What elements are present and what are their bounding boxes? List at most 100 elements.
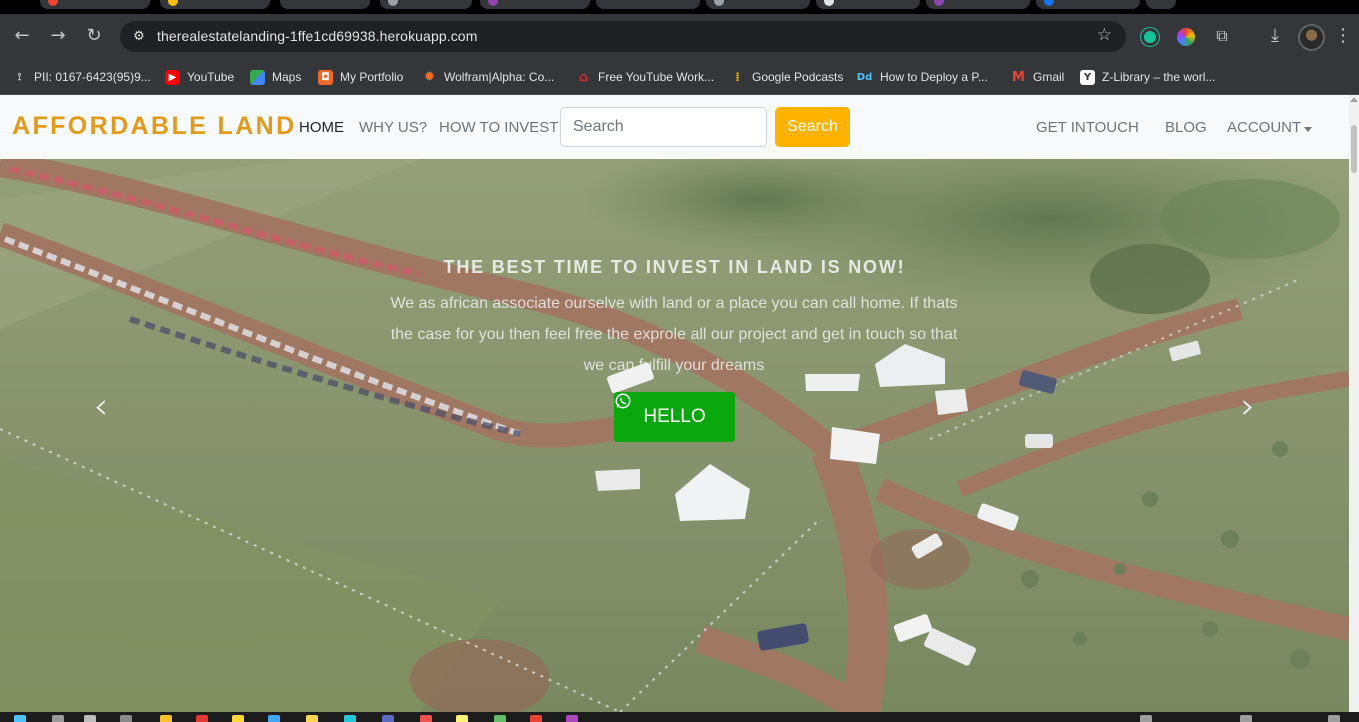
bookmark-label: YouTube <box>187 70 235 84</box>
color-extension-icon[interactable] <box>1177 28 1195 46</box>
tray-icon[interactable] <box>1140 715 1152 722</box>
search-button[interactable]: Search <box>775 107 850 147</box>
bookmark-item[interactable]: ⌂ Free YouTube Work... <box>576 67 714 87</box>
hero-description: We as african associate ourselve with la… <box>390 295 958 374</box>
taskbar-app-icon[interactable] <box>344 715 356 722</box>
taskbar-app-icon[interactable] <box>84 715 96 722</box>
windows-start-icon[interactable] <box>14 715 26 722</box>
taskbar-app-icon[interactable] <box>382 715 394 722</box>
grammarly-extension-icon[interactable] <box>1141 28 1159 46</box>
tab-favicon-icon <box>388 0 398 6</box>
taskbar-app-icon[interactable] <box>494 715 506 722</box>
browser-tab[interactable] <box>1036 0 1140 9</box>
taskbar-app-icon[interactable] <box>52 715 64 722</box>
deploy-icon: Dd <box>856 71 873 83</box>
taskbar-app-icon[interactable] <box>420 715 432 722</box>
taskbar-app-icon[interactable] <box>120 715 132 722</box>
maps-icon <box>250 69 265 85</box>
bookmark-label: Maps <box>272 70 302 84</box>
taskbar-app-icon[interactable] <box>160 715 172 722</box>
address-bar[interactable]: ⚙ therealestatelanding-1ffe1cd69938.hero… <box>120 21 1126 52</box>
tab-favicon-icon <box>48 0 58 6</box>
bookmark-label: How to Deploy a P... <box>880 70 988 84</box>
page-scrollbar[interactable] <box>1349 95 1359 712</box>
browser-tab-active[interactable] <box>596 0 700 9</box>
tray-icon[interactable] <box>1240 715 1252 722</box>
podcasts-icon: ⁞ <box>735 69 740 84</box>
tab-favicon-icon <box>714 0 724 6</box>
browser-tab[interactable] <box>706 0 810 9</box>
browser-tab[interactable] <box>1146 0 1176 9</box>
search-input[interactable] <box>560 107 767 147</box>
brand-logo[interactable]: AFFORDABLE LAND <box>12 112 297 141</box>
os-taskbar <box>0 712 1359 722</box>
bookmark-label: Google Podcasts <box>752 70 844 84</box>
link-icon: ⟟ <box>17 71 22 83</box>
whatsapp-icon <box>615 393 631 409</box>
site-info-icon[interactable]: ⚙ <box>128 26 150 48</box>
browser-tab[interactable] <box>40 0 150 9</box>
wolfram-icon: ✹ <box>423 68 436 85</box>
tab-strip <box>0 0 1359 14</box>
bookmark-item[interactable]: ⁞ Google Podcasts <box>730 67 843 87</box>
scroll-up-arrow-icon[interactable] <box>1350 97 1358 102</box>
profile-avatar[interactable] <box>1298 24 1325 51</box>
bookmarks-bar: ⟟ PII: 0167-6423(95)9... ▶ YouTube Maps ◘ M… <box>0 59 1359 95</box>
bookmark-item[interactable]: Dd How to Deploy a P... <box>856 67 988 87</box>
tab-favicon-icon <box>1044 0 1054 6</box>
youtube-icon: ▶ <box>165 69 180 85</box>
browser-tab[interactable] <box>926 0 1030 9</box>
portfolio-icon: ◘ <box>318 69 333 85</box>
hero-carousel: THE BEST TIME TO INVEST IN LAND IS NOW! … <box>0 159 1349 712</box>
menu-icon[interactable]: ⋮ <box>1333 22 1353 50</box>
carousel-next-icon[interactable]: › <box>1233 387 1263 427</box>
browser-tab[interactable] <box>480 0 590 9</box>
nav-account-dropdown[interactable]: ACCOUNT <box>1227 119 1301 136</box>
taskbar-app-icon[interactable] <box>306 715 318 722</box>
nav-get-intouch[interactable]: GET INTOUCH <box>1036 119 1139 136</box>
gmail-icon: M <box>1012 69 1025 85</box>
bookmark-item[interactable]: ✹ Wolfram|Alpha: Co... <box>422 67 555 87</box>
bookmark-item[interactable]: ▶ YouTube <box>165 67 234 87</box>
extensions-puzzle-icon[interactable]: ⧉ <box>1208 22 1236 50</box>
nav-blog[interactable]: BLOG <box>1165 119 1207 136</box>
browser-tab[interactable] <box>380 0 472 9</box>
download-icon[interactable]: ⤓ <box>1261 22 1289 50</box>
browser-tab[interactable] <box>160 0 270 9</box>
forward-icon[interactable]: → <box>44 22 72 50</box>
site-navbar: AFFORDABLE LAND HOME WHY US? HOW TO INVE… <box>0 95 1349 159</box>
carousel-prev-icon[interactable]: ‹ <box>86 387 116 427</box>
taskbar-chrome-icon[interactable] <box>530 715 542 722</box>
browser-tab[interactable] <box>280 0 370 9</box>
browser-toolbar: ← → ↻ ⚙ therealestatelanding-1ffe1cd6993… <box>0 14 1359 59</box>
browser-tab[interactable] <box>816 0 920 9</box>
bookmark-item[interactable]: Y Z-Library – the worl... <box>1080 67 1215 87</box>
taskbar-app-icon[interactable] <box>456 715 468 722</box>
nav-home[interactable]: HOME <box>299 119 344 136</box>
bookmark-label: Gmail <box>1033 70 1065 84</box>
bookmark-item[interactable]: ◘ My Portfolio <box>318 67 403 87</box>
bookmark-label: My Portfolio <box>340 70 404 84</box>
bookmark-item[interactable]: Maps <box>250 67 301 87</box>
url-text[interactable]: therealestatelanding-1ffe1cd69938.heroku… <box>157 28 477 44</box>
tray-icon[interactable] <box>1328 715 1340 722</box>
tab-favicon-icon <box>488 0 498 6</box>
bookmark-item[interactable]: ⟟ PII: 0167-6423(95)9... <box>12 67 151 87</box>
caret-down-icon[interactable] <box>1304 127 1312 132</box>
back-icon[interactable]: ← <box>8 22 36 50</box>
reload-icon[interactable]: ↻ <box>80 22 108 50</box>
taskbar-app-icon[interactable] <box>566 715 578 722</box>
bookmark-label: Wolfram|Alpha: Co... <box>444 70 555 84</box>
whatsapp-hello-button[interactable]: HELLO <box>614 392 735 442</box>
scrollbar-thumb[interactable] <box>1351 125 1357 173</box>
bookmark-label: PII: 0167-6423(95)9... <box>34 70 151 84</box>
nav-how-to-invest[interactable]: HOW TO INVEST <box>439 119 558 136</box>
taskbar-app-icon[interactable] <box>232 715 244 722</box>
hero-title: THE BEST TIME TO INVEST IN LAND IS NOW! <box>443 257 906 277</box>
taskbar-app-icon[interactable] <box>268 715 280 722</box>
web-page: AFFORDABLE LAND HOME WHY US? HOW TO INVE… <box>0 95 1349 712</box>
taskbar-app-icon[interactable] <box>196 715 208 722</box>
bookmark-item[interactable]: M Gmail <box>1011 67 1064 87</box>
nav-why-us[interactable]: WHY US? <box>359 119 427 136</box>
bookmark-star-icon[interactable]: ☆ <box>1097 25 1112 45</box>
